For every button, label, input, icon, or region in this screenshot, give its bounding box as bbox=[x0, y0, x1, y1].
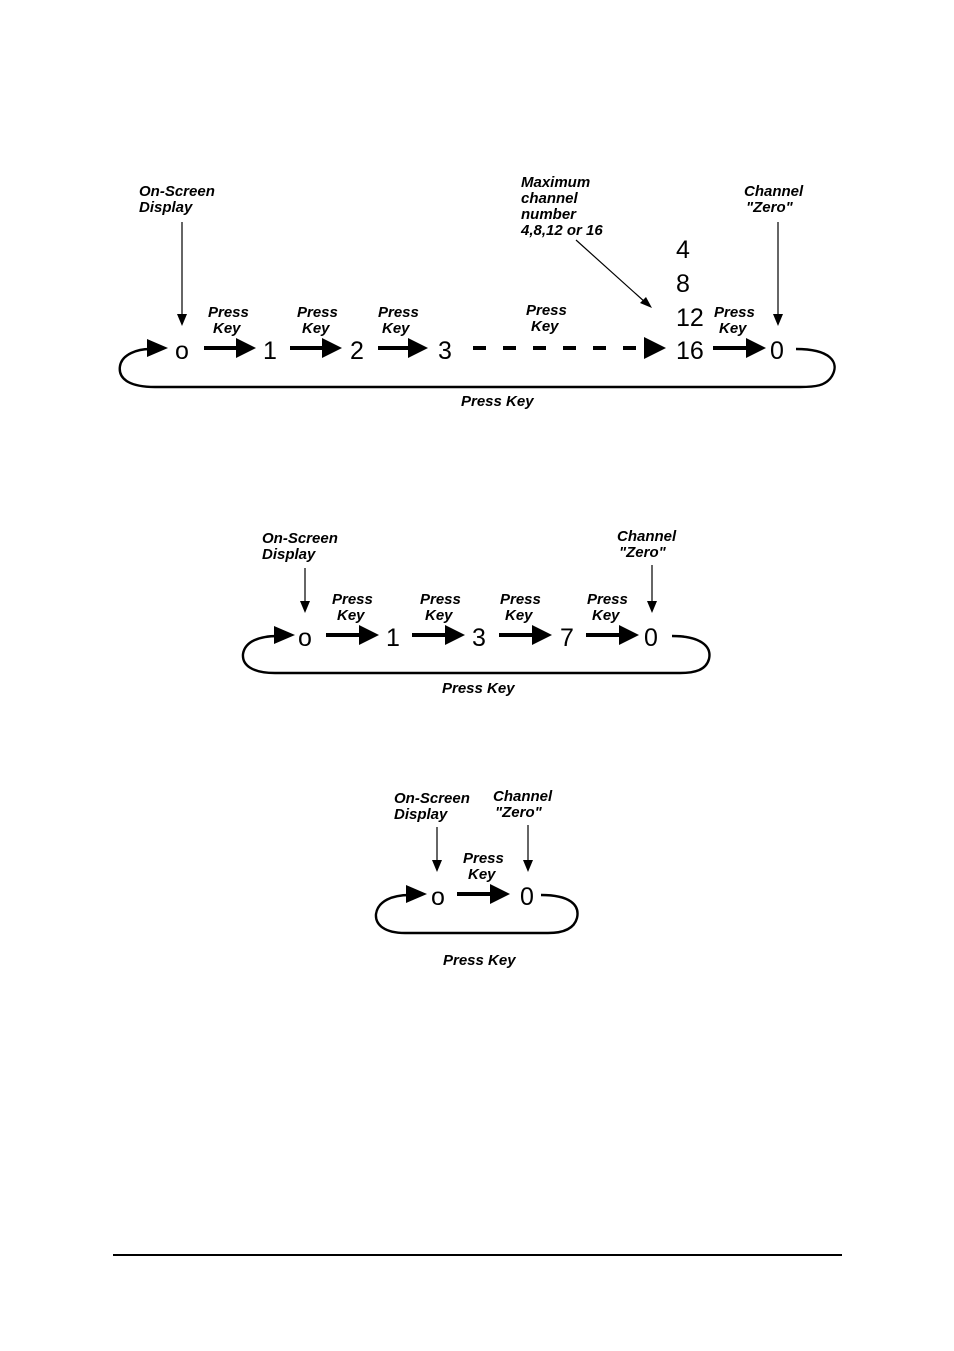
step-arrowhead bbox=[532, 625, 552, 645]
state-2: 2 bbox=[350, 337, 364, 365]
diagram-1: On-Screen Display Maximum channel number… bbox=[118, 174, 836, 410]
maximum-channel-label: Maximum channel number 4,8,12 or 16 bbox=[520, 174, 603, 239]
max-option-4: 4 bbox=[676, 236, 690, 264]
loop-arrowhead bbox=[147, 339, 168, 357]
step-arrowhead bbox=[408, 338, 428, 358]
state-start: o bbox=[431, 883, 445, 911]
max-option-12: 12 bbox=[676, 304, 704, 332]
step-arrowhead bbox=[619, 625, 639, 645]
step-arrowhead bbox=[490, 884, 510, 904]
step-label: Press Key bbox=[463, 850, 504, 883]
channel-zero-label: Channel "Zero" bbox=[617, 528, 680, 561]
pointer-arrowhead bbox=[773, 314, 783, 326]
state-3: 3 bbox=[472, 624, 486, 652]
step-label: Press Key bbox=[420, 591, 461, 624]
max-option-16: 16 bbox=[676, 337, 704, 365]
pointer-arrowhead bbox=[647, 601, 657, 613]
state-1: 1 bbox=[263, 337, 277, 365]
step-arrowhead bbox=[644, 337, 666, 359]
state-3: 3 bbox=[438, 337, 452, 365]
pointer-arrowhead bbox=[523, 860, 533, 872]
pointer-arrowhead bbox=[432, 860, 442, 872]
max-option-8: 8 bbox=[676, 270, 690, 298]
step-arrowhead bbox=[445, 625, 465, 645]
loop-label: Press Key bbox=[442, 680, 515, 697]
loop-arrowhead bbox=[406, 885, 427, 903]
loop-label: Press Key bbox=[443, 952, 516, 969]
diagram-3: On-Screen Display Channel "Zero" o Press… bbox=[374, 788, 579, 969]
step-label: Press Key bbox=[500, 591, 541, 624]
step-label: Press Key bbox=[587, 591, 628, 624]
state-end-zero: 0 bbox=[644, 624, 658, 652]
pointer-arrowhead bbox=[177, 314, 187, 326]
loop-arrowhead bbox=[274, 626, 295, 644]
step-label: Press Key bbox=[526, 302, 567, 335]
page-canvas: On-Screen Display Maximum channel number… bbox=[113, 174, 842, 1256]
state-end-zero: 0 bbox=[770, 337, 784, 365]
step-label: Press Key bbox=[714, 304, 755, 337]
state-start: o bbox=[298, 624, 312, 652]
channel-zero-label: Channel "Zero" bbox=[493, 788, 556, 821]
diagram-2: On-Screen Display Channel "Zero" o Press… bbox=[241, 528, 711, 697]
loop-back-path bbox=[118, 347, 836, 389]
state-start: o bbox=[175, 337, 189, 365]
channel-zero-label: Channel "Zero" bbox=[744, 183, 807, 216]
state-7: 7 bbox=[560, 624, 574, 652]
pointer-arrowhead bbox=[300, 601, 310, 613]
state-1: 1 bbox=[386, 624, 400, 652]
on-screen-display-label: On-Screen Display bbox=[394, 790, 474, 823]
on-screen-display-label: On-Screen Display bbox=[139, 183, 219, 216]
step-label: Press Key bbox=[378, 304, 419, 337]
step-arrowhead bbox=[236, 338, 256, 358]
step-label: Press Key bbox=[297, 304, 338, 337]
on-screen-display-label: On-Screen Display bbox=[262, 530, 342, 563]
state-end-zero: 0 bbox=[520, 883, 534, 911]
step-arrowhead bbox=[359, 625, 379, 645]
step-arrowhead bbox=[322, 338, 342, 358]
step-arrowhead bbox=[746, 338, 766, 358]
pointer-arrow-max bbox=[575, 239, 647, 304]
loop-label: Press Key bbox=[461, 393, 534, 410]
step-label: Press Key bbox=[332, 591, 373, 624]
step-label: Press Key bbox=[208, 304, 249, 337]
